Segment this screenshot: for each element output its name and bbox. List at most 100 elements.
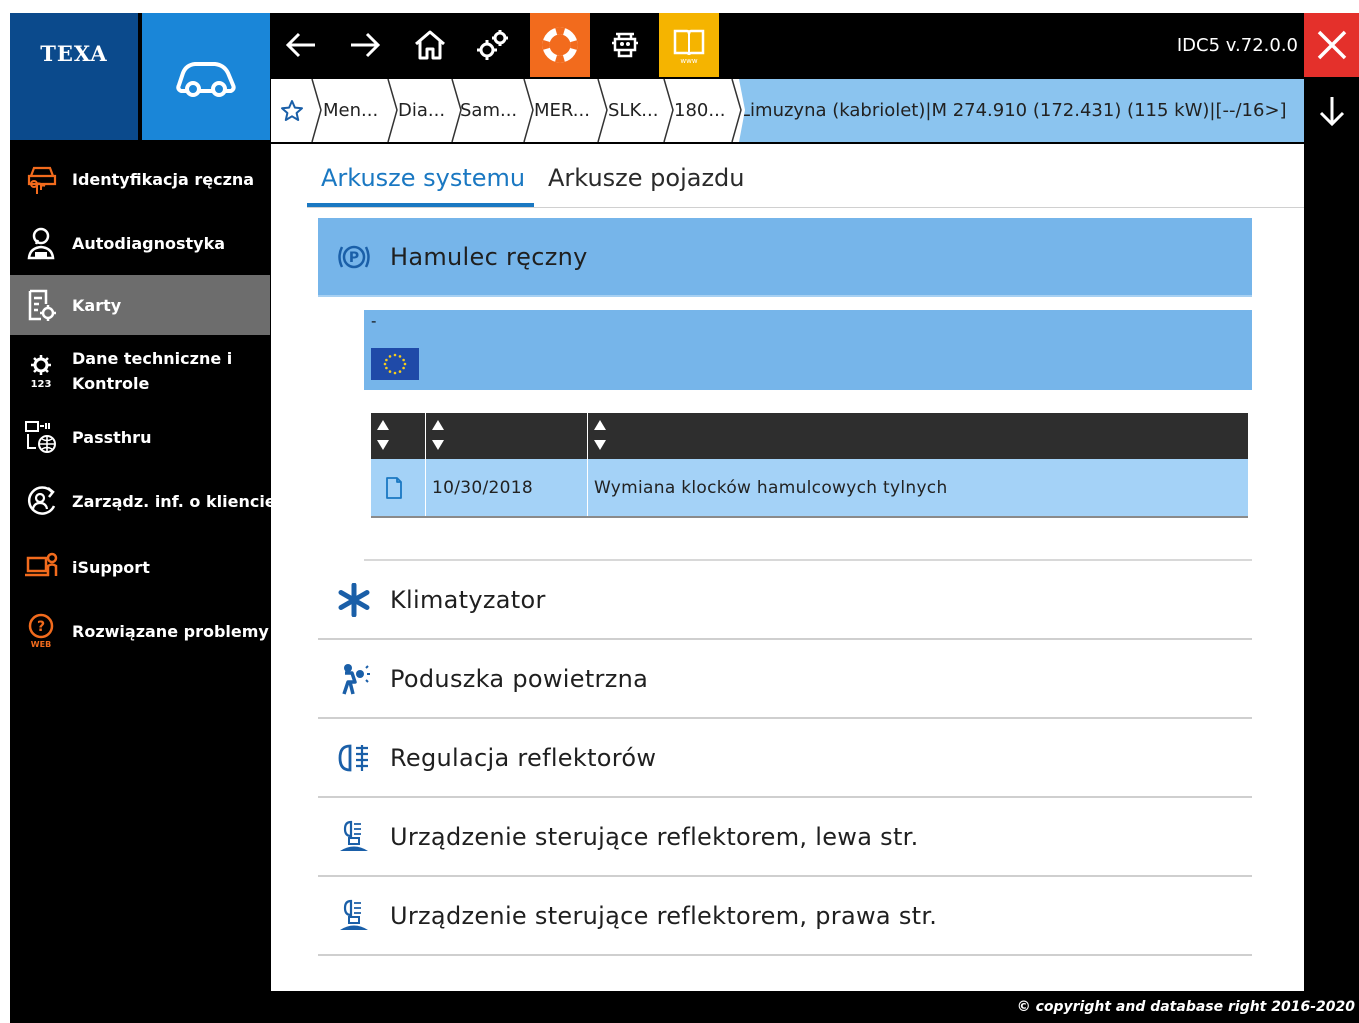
car-outline-icon [176,61,236,97]
system-label: Hamulec ręczny [390,242,588,271]
document-icon [386,476,402,499]
book-www-icon: www [673,29,705,65]
sidebar-item-autodiagnostics[interactable]: Autodiagnostyka [10,211,270,275]
eu-flag-icon [371,348,419,380]
brand-name: TEXA [40,41,108,66]
headlight-control-icon [340,899,368,930]
close-button[interactable] [1304,13,1359,77]
car-hand-icon [27,166,57,194]
scroll-down-button[interactable] [1304,79,1359,142]
tab-vehicle-sheets[interactable]: Arkusze pojazdu [548,158,745,198]
system-label: Poduszka powietrzna [390,664,649,693]
breadcrumb-item[interactable]: MER... [534,79,590,142]
system-row-headlight-control-left[interactable]: Urządzenie sterujące reflektorem, lewa s… [318,798,1252,877]
sidebar-item-label: Autodiagnostyka [72,233,226,253]
sidebar-item-label: Zarządz. inf. o kliencie [72,491,276,511]
breadcrumb-separator [311,79,322,142]
sidebar-item-isupport[interactable]: iSupport [10,535,270,599]
copyright-footer: © copyright and database right 2016-2020 [1016,999,1355,1015]
svg-text:WEB: WEB [31,640,51,649]
gears-icon [477,30,508,60]
texa-app-window: TEXA www IDC5 v.72.0.0 Men... Dia... Sam… [10,13,1359,1023]
sidebar-item-label: Rozwiązane problemy [72,621,269,641]
svg-text:www: www [680,57,697,65]
back-arrow-icon [285,32,315,58]
texa-logo: TEXA [10,13,138,140]
system-label: Urządzenie sterujące reflektorem, lewa s… [390,822,919,851]
sort-icon[interactable] [374,416,392,456]
sheet-description: Wymiana klocków hamulcowych tylnych [594,477,948,498]
breadcrumb-item[interactable]: Dia... [398,79,445,142]
system-label: Klimatyzator [390,585,546,614]
lifebuoy-icon [542,27,578,63]
sidebar-item-label: Dane techniczne i [72,349,233,368]
svg-text:?: ? [37,619,45,635]
system-label: Urządzenie sterujące reflektorem, prawa … [390,901,938,930]
sort-icon[interactable] [591,416,609,456]
sidebar-item-cards[interactable]: Karty [10,275,270,335]
active-tab-indicator [307,203,534,207]
sidebar-item-label: Passthru [72,427,152,447]
table-row[interactable]: 10/30/2018 Wymiana klocków hamulcowych t… [371,459,1248,518]
svg-text:P: P [349,250,359,266]
sidebar-item-label: iSupport [72,557,150,577]
back-button[interactable] [271,13,331,77]
sidebar-item-label: Identyfikacja ręczna [72,169,255,189]
forward-button[interactable] [335,13,395,77]
home-button[interactable] [400,13,460,77]
parking-brake-icon: P [338,245,370,268]
sheet-grid-header [371,413,1248,459]
engine-icon [612,32,638,58]
forward-arrow-icon [351,32,381,58]
sidebar-item-technical-data[interactable]: 123 Dane techniczne i Kontrole [10,335,270,407]
sidebar-item-manual-identification[interactable]: Identyfikacja ręczna [10,147,270,211]
sidebar-item-customer-management[interactable]: Zarządz. inf. o kliencie [10,467,276,535]
snowflake-icon [338,582,370,617]
sidebar-item-label-line2: Kontrole [72,374,150,393]
system-row-parking-brake[interactable]: P Hamulec ręczny [318,218,1252,297]
isupport-icon [25,552,58,577]
breadcrumb-separator [731,79,745,142]
market-label: - [371,312,377,330]
airbag-icon [342,663,370,695]
close-icon [1317,30,1346,60]
system-row-headlight-control-right[interactable]: Urządzenie sterujące reflektorem, prawa … [318,877,1252,956]
online-manual-button[interactable]: www [659,13,719,77]
cards-icon [28,289,56,321]
favorite-button[interactable] [271,79,313,142]
passthru-icon [25,421,56,453]
help-button[interactable] [530,13,590,77]
breadcrumb-item[interactable]: SLK... [608,79,658,142]
headlight-control-icon [340,820,368,851]
breadcrumb: Men... Dia... Sam... MER... SLK... 180..… [271,79,1304,142]
sidebar-item-label: Karty [72,295,122,315]
system-row-air-conditioning[interactable]: Klimatyzator [318,561,1252,640]
tab-system-sheets[interactable]: Arkusze systemu [321,158,525,198]
svg-text:123: 123 [31,379,52,389]
headlight-icon [338,744,368,771]
home-icon [415,30,445,60]
main-content: Arkusze systemu Arkusze pojazdu P Hamule… [271,144,1304,991]
down-arrow-icon [1319,96,1344,126]
star-icon [281,99,303,121]
gear-123-icon: 123 [31,355,52,389]
sheet-date: 10/30/2018 [432,477,533,498]
app-version: IDC5 v.72.0.0 [1176,34,1298,56]
breadcrumb-item[interactable]: 180... [674,79,726,142]
customer-icon [27,486,56,515]
sidebar-item-solved-problems[interactable]: ? WEB Rozwiązane problemy [10,599,270,663]
settings-button[interactable] [463,13,523,77]
breadcrumb-item[interactable]: Men... [323,79,378,142]
breadcrumb-item[interactable]: Sam... [460,79,517,142]
system-label: Regulacja reflektorów [390,743,657,772]
system-row-airbag[interactable]: Poduszka powietrzna [318,640,1252,719]
system-row-headlight-adjustment[interactable]: Regulacja reflektorów [318,719,1252,798]
sort-icon[interactable] [429,416,447,456]
tab-divider [307,207,1304,208]
engine-button[interactable] [595,13,655,77]
breadcrumb-current: Limuzyna (kabriolet)|M 274.910 (172.431)… [734,79,1304,142]
sidebar-item-passthru[interactable]: Passthru [10,407,270,467]
vehicle-tile[interactable] [142,13,270,140]
solved-web-icon: ? WEB [28,613,54,649]
technician-icon [27,227,55,260]
